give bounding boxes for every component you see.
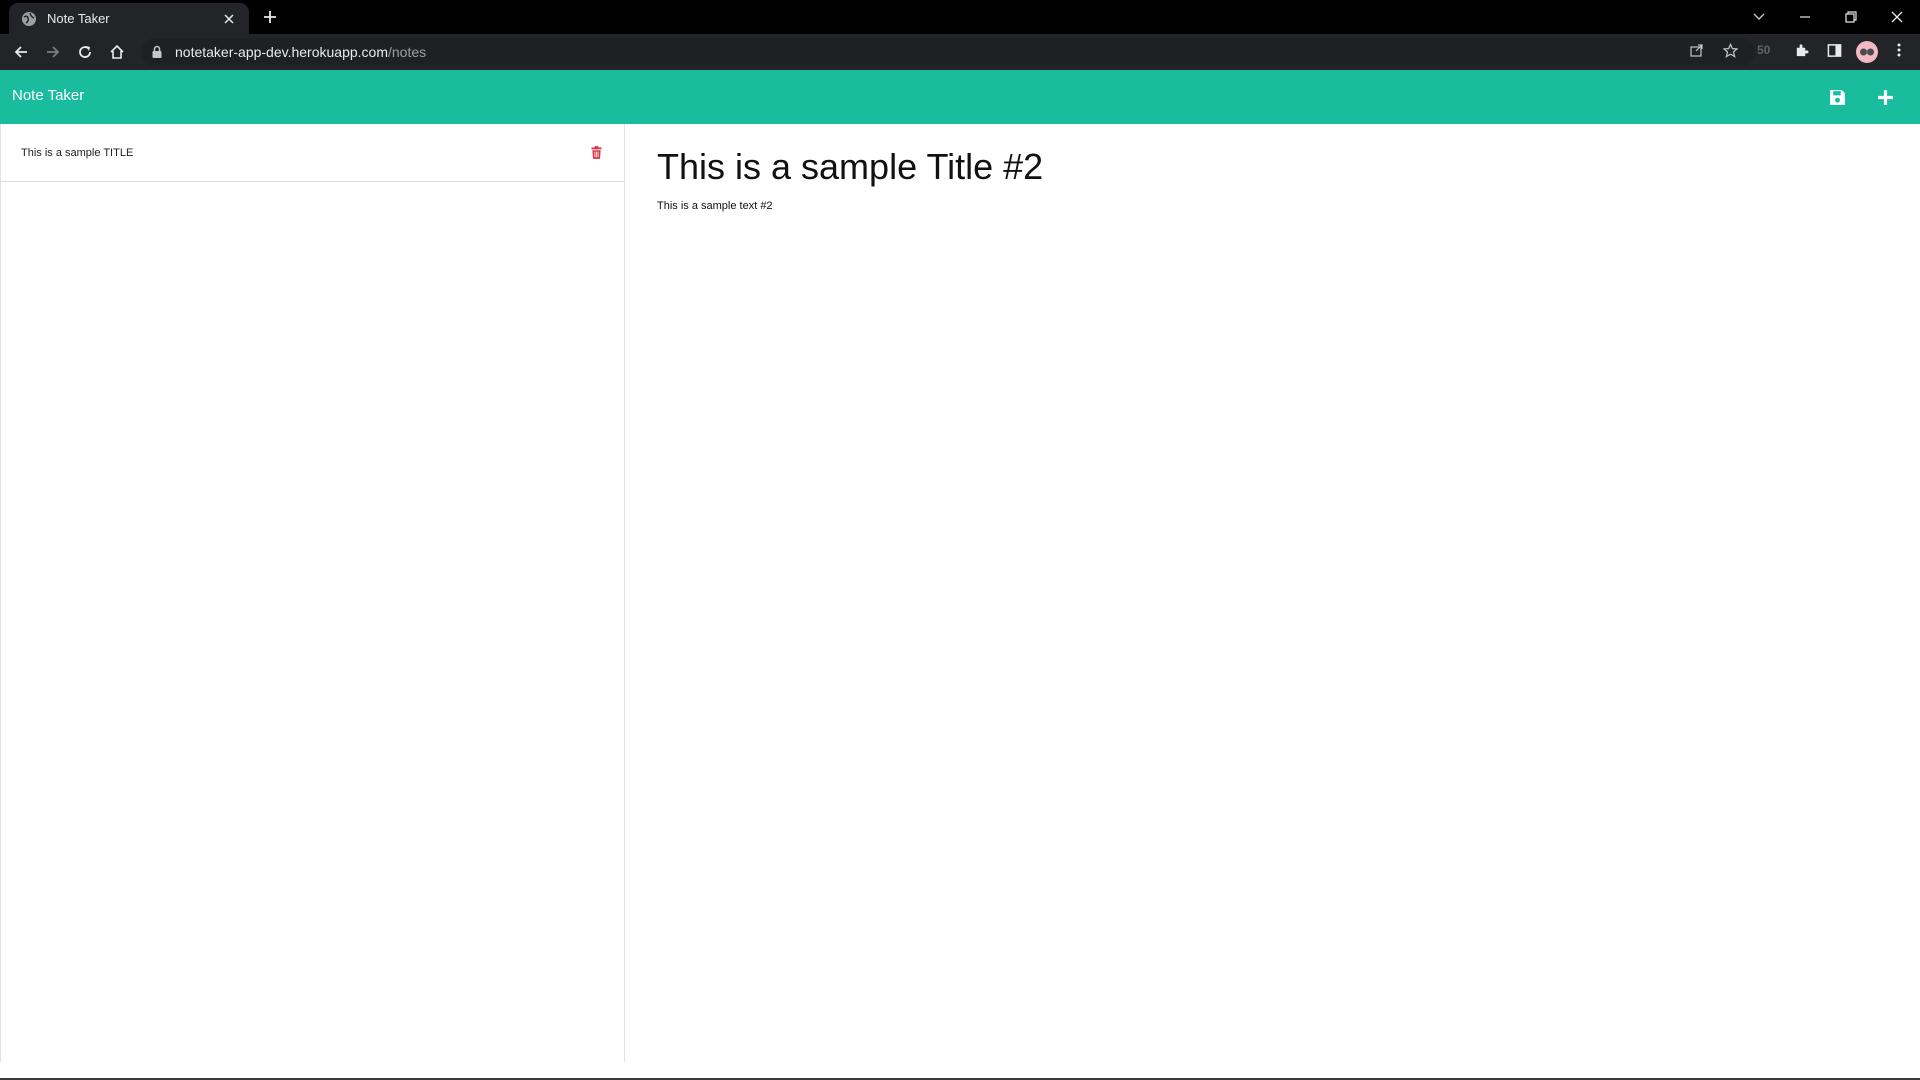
restore-icon[interactable] — [1840, 6, 1862, 28]
new-tab-icon[interactable] — [260, 7, 280, 27]
note-list-title: This is a sample TITLE — [21, 146, 134, 159]
notes-list: This is a sample TITLE — [0, 124, 625, 1062]
side-panel-icon[interactable] — [1823, 39, 1845, 61]
new-note-icon[interactable] — [1873, 85, 1897, 109]
profile-avatar[interactable] — [1856, 41, 1878, 63]
browser-menu-icon[interactable] — [1888, 39, 1910, 61]
tab-title: Note Taker — [47, 11, 110, 26]
url-path: /notes — [387, 44, 427, 60]
home-icon[interactable] — [107, 42, 127, 62]
address-bar[interactable]: notetaker-app-dev.herokuapp.com/notes — [141, 38, 1755, 66]
reload-icon[interactable] — [75, 42, 95, 62]
app-brand[interactable]: Note Taker — [12, 87, 84, 104]
share-icon[interactable] — [1686, 39, 1708, 61]
extensions-puzzle-icon[interactable] — [1790, 39, 1812, 61]
close-window-icon[interactable] — [1886, 6, 1908, 28]
list-item[interactable]: This is a sample TITLE — [1, 124, 624, 182]
bookmark-star-icon[interactable] — [1719, 39, 1741, 61]
forward-icon[interactable] — [43, 42, 63, 62]
close-tab-icon[interactable] — [221, 11, 237, 27]
app-navbar: Note Taker — [0, 70, 1920, 124]
trash-icon[interactable] — [588, 145, 604, 161]
note-editor: This is a sample text #2 — [657, 124, 1897, 1044]
lock-icon[interactable] — [151, 45, 165, 59]
browser-tab[interactable]: Note Taker — [9, 3, 249, 34]
note-text-input[interactable]: This is a sample text #2 — [657, 200, 1857, 1000]
extension-badge[interactable]: 50 — [1757, 43, 1770, 57]
back-icon[interactable] — [11, 42, 31, 62]
minimize-icon[interactable] — [1794, 6, 1816, 28]
globe-icon — [21, 11, 37, 27]
browser-toolbar: notetaker-app-dev.herokuapp.com/notes 50 — [0, 34, 1920, 70]
save-note-icon[interactable] — [1825, 85, 1849, 109]
url-host: notetaker-app-dev.herokuapp.com — [175, 44, 388, 60]
browser-tabstrip: Note Taker — [0, 0, 1920, 34]
note-title-input[interactable] — [657, 142, 1857, 192]
tab-search-icon[interactable] — [1748, 6, 1770, 28]
